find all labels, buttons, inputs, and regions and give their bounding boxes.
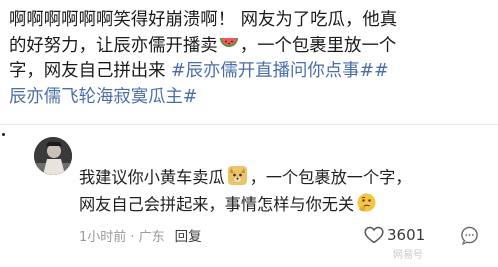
post-line: 啊啊啊啊啊啊笑得好崩溃啊！ 网友为了吃瓜，他真 — [9, 8, 491, 34]
comment-text-line: 网友自己会拼起来，事情怎样与你无关 — [79, 192, 379, 217]
thinking-emoji — [357, 193, 376, 212]
comment-bubble-icon[interactable] — [460, 226, 479, 245]
comment-text-segment: 我建议你小黄车卖瓜 — [79, 168, 225, 187]
time-location: 1小时前 · 广东 — [79, 230, 165, 245]
post-text-segment: 啊啊啊啊啊啊笑得好崩溃啊！ 网友为了吃瓜，他真 — [9, 10, 398, 30]
doge-emoji — [227, 166, 247, 185]
avatar-image — [34, 137, 72, 175]
post-text: 啊啊啊啊啊啊笑得好崩溃啊！ 网友为了吃瓜，他真 的好努力，让辰亦儒开播卖 ，一个包… — [9, 8, 491, 104]
post-text-segment: 字，网友自己拼出来 — [9, 61, 172, 81]
reply-button[interactable]: 回复 — [175, 229, 202, 245]
comment-text-segment: ，一个包裹放一个字， — [249, 168, 412, 187]
like-button[interactable]: 3601 — [364, 225, 425, 247]
post-line: 辰亦儒飞轮海寂寞瓜主# — [9, 85, 491, 104]
like-count: 3601 — [387, 226, 426, 244]
hashtag-link[interactable]: #辰亦儒开直播问你点事## — [171, 61, 389, 81]
post-text-segment: ，一个包裹里放一个 — [239, 35, 397, 56]
avatar[interactable] — [34, 137, 72, 175]
comment-item: 我建议你小黄车卖瓜 ，一个包裹放一个字， 网友自己会拼起来，事情怎样与你无关 1小… — [0, 125, 498, 267]
comment-text-segment: 网友自己会拼起来，事情怎样与你无关 — [79, 195, 355, 214]
watermelon-emoji — [219, 37, 238, 47]
hashtag-link[interactable]: 辰亦儒飞轮海寂寞瓜主# — [9, 87, 197, 104]
post-line: 的好努力，让辰亦儒开播卖 ，一个包裹里放一个 — [9, 34, 491, 60]
comment-text-line: 我建议你小黄车卖瓜 ，一个包裹放一个字， — [79, 165, 412, 190]
post-text-segment: 的好努力，让辰亦儒开播卖 — [9, 35, 218, 56]
watermark: 网易号 — [393, 250, 423, 261]
comment-meta: 1小时前 · 广东 回复 — [79, 229, 202, 246]
heart-outline-icon — [364, 226, 384, 244]
post-line: 字，网友自己拼出来 #辰亦儒开直播问你点事## — [9, 59, 491, 85]
